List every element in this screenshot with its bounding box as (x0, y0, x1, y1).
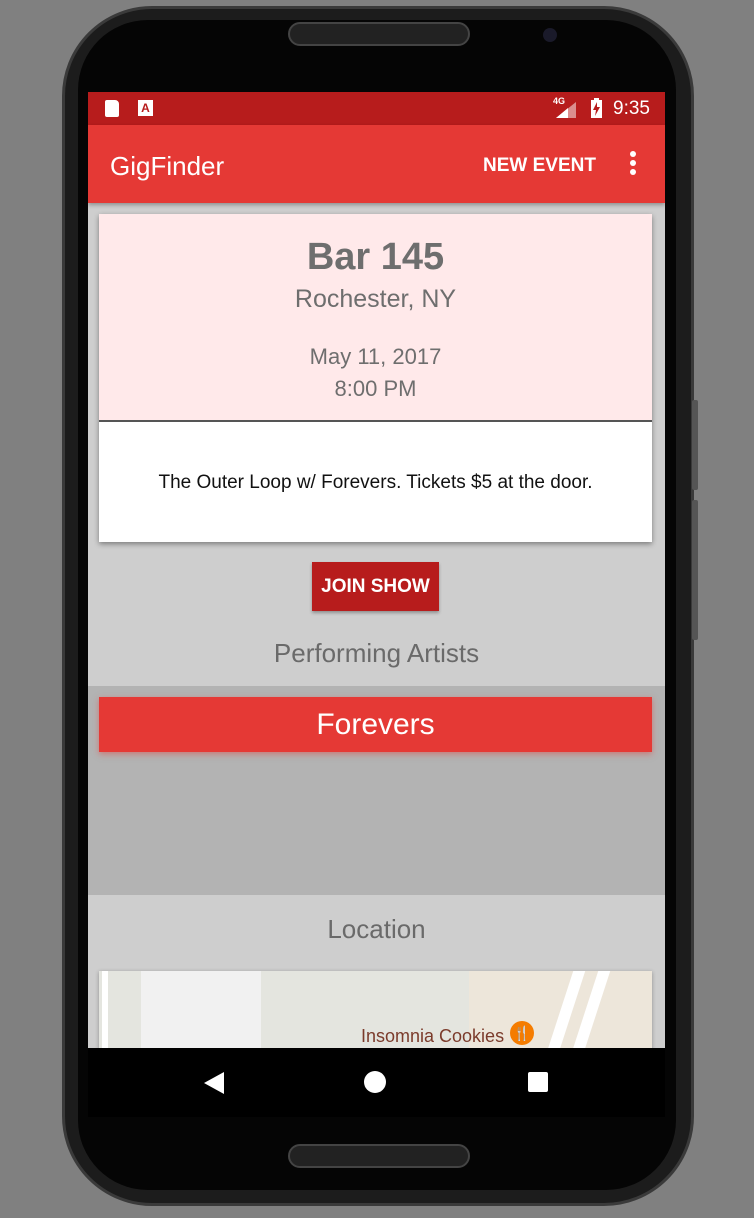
event-time: 8:00 PM (334, 376, 417, 401)
battery-charging-icon (591, 98, 602, 118)
restaurant-icon[interactable]: 🍴 (510, 1021, 534, 1045)
venue-city: Rochester, NY (294, 285, 457, 313)
artists-list: Forevers (88, 686, 665, 895)
status-bar: A 4G 9:35 (88, 92, 665, 125)
app-bar: GigFinder NEW EVENT (88, 125, 665, 203)
event-date: May 11, 2017 (309, 344, 442, 369)
event-description: The Outer Loop w/ Forevers. Tickets $5 a… (158, 472, 593, 493)
power-button[interactable] (692, 500, 698, 640)
artist-item[interactable]: Forevers (99, 697, 652, 752)
map-place-label[interactable]: Insomnia Cookies (361, 1026, 504, 1047)
venue-name: Bar 145 (306, 236, 445, 278)
clock: 9:35 (613, 98, 650, 119)
volume-button[interactable] (692, 400, 698, 490)
event-header: Bar 145 Rochester, NY May 11, 2017 8:00 … (99, 214, 652, 422)
new-event-button[interactable]: NEW EVENT (483, 155, 596, 177)
screen: A 4G 9:35 GigFinder NEW EVENT Bar 145 Ro… (88, 92, 665, 1117)
location-heading: Location (327, 914, 426, 944)
signal-icon (556, 102, 576, 118)
join-show-button[interactable]: JOIN SHOW (312, 562, 439, 611)
navigation-bar (88, 1048, 665, 1117)
top-speaker (288, 22, 470, 46)
home-icon[interactable] (364, 1071, 386, 1093)
back-icon[interactable] (204, 1072, 224, 1094)
app-title: GigFinder (110, 151, 225, 181)
performing-artists-heading: Performing Artists (273, 638, 480, 668)
camera (543, 28, 557, 42)
bottom-speaker (288, 1144, 470, 1168)
app-notification-icon: A (138, 100, 153, 116)
sd-card-icon (105, 100, 119, 117)
recents-icon[interactable] (528, 1072, 548, 1092)
more-options-icon[interactable] (628, 151, 638, 177)
event-card: Bar 145 Rochester, NY May 11, 2017 8:00 … (99, 214, 652, 542)
